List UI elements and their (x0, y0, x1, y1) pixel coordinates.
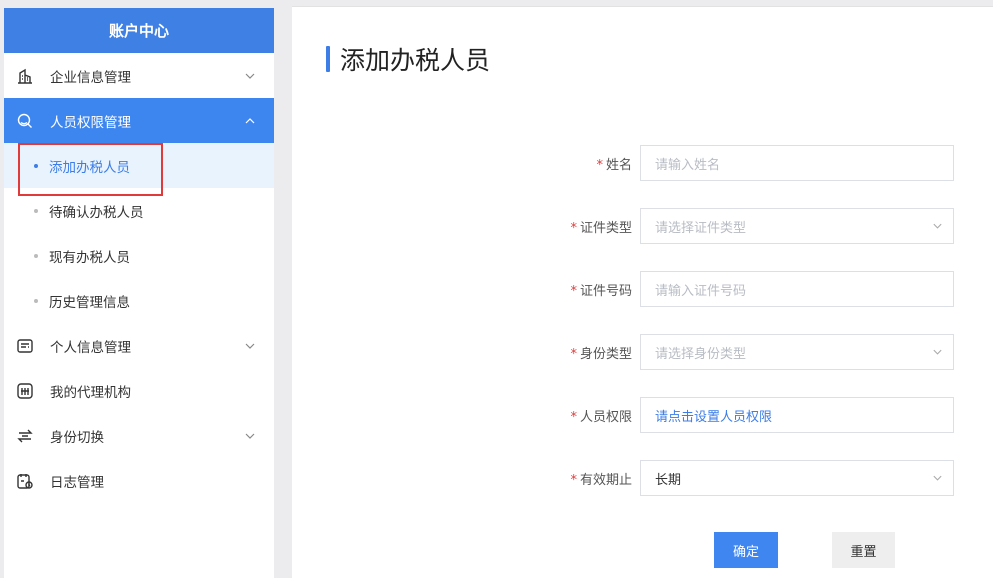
sidebar-subitem-add-tax-staff[interactable]: 添加办税人员 (4, 143, 274, 188)
id-number-placeholder: 请输入证件号码 (655, 283, 747, 299)
chevron-up-icon (244, 115, 256, 127)
permission-label-text: 人员权限 (579, 409, 632, 425)
form-row-identity-type: * 身份类型 请选择身份类型 (292, 334, 993, 370)
id-card-icon (16, 337, 34, 355)
validity-value: 长期 (655, 472, 682, 488)
chevron-down-icon (932, 347, 943, 358)
chevron-down-icon (932, 473, 943, 484)
reset-button[interactable]: 重置 (832, 532, 895, 568)
sidebar-item-identity-switch[interactable]: 身份切换 (4, 413, 274, 458)
required-mark: * (570, 220, 577, 236)
name-label: * 姓名 (292, 154, 640, 173)
required-mark: * (570, 409, 577, 425)
identity-type-label: * 身份类型 (292, 343, 640, 362)
agency-icon (16, 382, 34, 400)
sidebar-item-label: 身份切换 (50, 429, 104, 446)
sidebar-item-label: 日志管理 (50, 474, 104, 491)
page-title-text: 添加办税人员 (340, 46, 491, 75)
sidebar-item-company-info[interactable]: 企业信息管理 (4, 53, 274, 98)
page-title: 添加办税人员 (326, 44, 491, 75)
required-mark: * (570, 283, 577, 299)
id-type-placeholder: 请选择证件类型 (655, 220, 747, 236)
bullet-dot (34, 163, 38, 168)
title-accent-bar (326, 46, 330, 72)
name-label-text: 姓名 (605, 157, 632, 173)
id-type-label: * 证件类型 (292, 217, 640, 236)
validity-select[interactable]: 长期 (640, 460, 954, 496)
log-icon (16, 472, 34, 490)
sidebar-item-label: 人员权限管理 (50, 114, 131, 131)
divider (292, 6, 993, 7)
identity-type-label-text: 身份类型 (579, 346, 632, 362)
required-mark: * (570, 346, 577, 362)
required-mark: * (570, 472, 577, 488)
identity-type-placeholder: 请选择身份类型 (655, 346, 747, 362)
sidebar-item-label: 个人信息管理 (50, 339, 131, 356)
sidebar-subitem-label: 历史管理信息 (49, 294, 130, 311)
bullet-dot (34, 208, 38, 213)
form-row-id-number: * 证件号码 请输入证件号码 (292, 271, 993, 307)
bullet-dot (34, 298, 38, 303)
sidebar-item-label: 我的代理机构 (50, 384, 131, 401)
sidebar-subitem-current-tax-staff[interactable]: 现有办税人员 (4, 233, 274, 278)
id-number-label: * 证件号码 (292, 280, 640, 299)
name-input[interactable]: 请输入姓名 (640, 145, 954, 181)
sidebar-item-permission-management[interactable]: 人员权限管理 (4, 98, 274, 143)
sidebar-subitem-label: 待确认办税人员 (49, 204, 144, 221)
chevron-down-icon (244, 70, 256, 82)
sidebar-item-log-management[interactable]: 日志管理 (4, 458, 274, 503)
sidebar-subitem-label: 添加办税人员 (49, 159, 130, 176)
validity-label: * 有效期止 (292, 469, 640, 488)
chevron-down-icon (244, 430, 256, 442)
name-placeholder: 请输入姓名 (655, 157, 721, 173)
bullet-dot (34, 253, 38, 258)
main-panel: 添加办税人员 * 姓名 请输入姓名 * 证件类型 请选择证件类型 * 证件号码 请输入… (292, 6, 993, 578)
permission-label: * 人员权限 (292, 406, 640, 425)
id-type-select[interactable]: 请选择证件类型 (640, 208, 954, 244)
chevron-down-icon (244, 340, 256, 352)
sidebar-title: 账户中心 (4, 8, 274, 53)
form-row-permission: * 人员权限 请点击设置人员权限 (292, 397, 993, 433)
id-number-input[interactable]: 请输入证件号码 (640, 271, 954, 307)
switch-icon (16, 427, 34, 445)
sidebar-subitem-pending-tax-staff[interactable]: 待确认办税人员 (4, 188, 274, 233)
form-row-name: * 姓名 请输入姓名 (292, 145, 993, 181)
sidebar-subitem-history-info[interactable]: 历史管理信息 (4, 278, 274, 323)
required-mark: * (596, 157, 603, 173)
sidebar: 账户中心 企业信息管理 人员权限管理 添加办税人员 待确认办税人员 现有办税人员… (4, 8, 274, 578)
form-row-id-type: * 证件类型 请选择证件类型 (292, 208, 993, 244)
sidebar-item-my-agency[interactable]: 我的代理机构 (4, 368, 274, 413)
id-type-label-text: 证件类型 (579, 220, 632, 236)
id-number-label-text: 证件号码 (579, 283, 632, 299)
permission-field[interactable]: 请点击设置人员权限 (640, 397, 954, 433)
building-icon (16, 67, 34, 85)
sidebar-item-label: 企业信息管理 (50, 69, 131, 86)
sidebar-item-personal-info[interactable]: 个人信息管理 (4, 323, 274, 368)
user-group-icon (16, 112, 34, 130)
chevron-down-icon (932, 221, 943, 232)
sidebar-subitem-label: 现有办税人员 (49, 249, 130, 266)
identity-type-select[interactable]: 请选择身份类型 (640, 334, 954, 370)
confirm-button[interactable]: 确定 (714, 532, 778, 568)
set-permission-link[interactable]: 请点击设置人员权限 (655, 406, 772, 425)
form-row-validity: * 有效期止 长期 (292, 460, 993, 496)
validity-label-text: 有效期止 (579, 472, 632, 488)
